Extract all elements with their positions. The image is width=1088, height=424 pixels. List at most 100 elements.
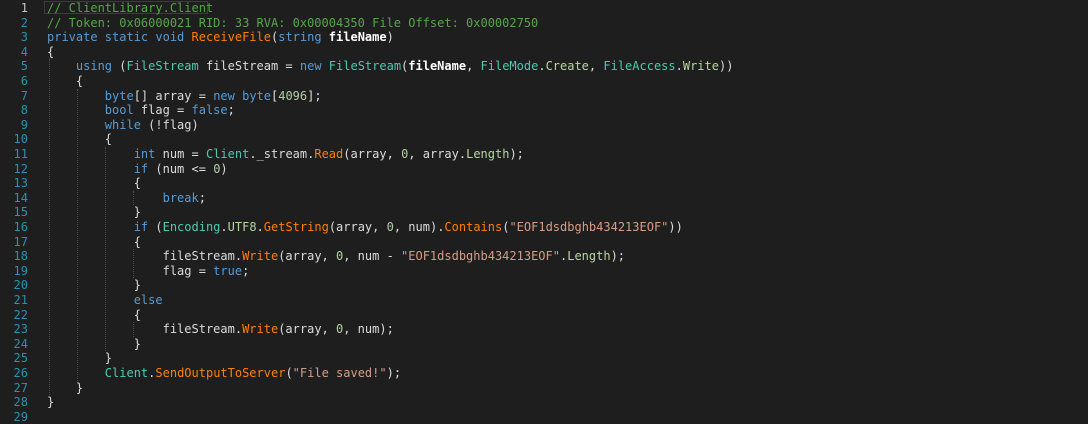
code-editor[interactable]: 1 // ClientLibrary.Client 2 // Token: 0x060… bbox=[0, 0, 1088, 424]
code-token: "EOF1dsdbghb434213EOF" bbox=[401, 249, 560, 264]
line-number: 16 bbox=[13, 220, 28, 234]
code-line[interactable]: 26 Client.SendOutputToServer("File saved… bbox=[0, 366, 1088, 381]
code-text: flag = true; bbox=[47, 263, 250, 279]
code-token: int bbox=[133, 147, 156, 161]
code-token: ) bbox=[386, 30, 394, 45]
code-line[interactable]: 16 if (Encoding.UTF8.GetString(array, 0,… bbox=[0, 220, 1088, 235]
code-token: } bbox=[47, 395, 55, 410]
code-token: byte bbox=[242, 88, 271, 103]
code-token: FileStream bbox=[126, 59, 199, 74]
code-token: FileAccess bbox=[603, 59, 676, 74]
code-token: Write bbox=[242, 322, 279, 337]
code-token: if bbox=[133, 220, 149, 234]
code-line[interactable]: 12 if (num <= 0) bbox=[0, 162, 1088, 177]
code-line[interactable]: 13 { bbox=[0, 176, 1088, 191]
code-token: [] array = bbox=[133, 88, 214, 103]
code-line[interactable]: 10 { bbox=[0, 132, 1088, 147]
code-token: false bbox=[191, 103, 228, 118]
code-token: (array, bbox=[278, 322, 336, 337]
code-token: fileName bbox=[328, 30, 387, 45]
code-token: ( bbox=[285, 366, 293, 380]
line-number: 23 bbox=[13, 322, 28, 337]
code-token: ); bbox=[610, 249, 626, 264]
line-number: 3 bbox=[20, 30, 28, 45]
code-line[interactable]: 22 { bbox=[0, 308, 1088, 323]
code-token: { bbox=[47, 44, 55, 59]
line-number: 10 bbox=[13, 132, 28, 147]
code-token: break bbox=[162, 190, 199, 205]
code-token: using bbox=[75, 59, 113, 74]
code-text: private static void ReceiveFile(string f… bbox=[47, 30, 394, 45]
code-token: while bbox=[104, 117, 141, 132]
code-line[interactable]: 24 } bbox=[0, 337, 1088, 352]
code-text: } bbox=[47, 351, 112, 366]
line-number: 17 bbox=[13, 234, 28, 249]
code-token: } bbox=[47, 351, 113, 366]
code-text: } bbox=[47, 381, 83, 396]
code-line[interactable]: 5 using (FileStream fileStream = new Fil… bbox=[0, 59, 1088, 74]
code-line[interactable]: 11 int num = Client._stream.Read(array, … bbox=[0, 147, 1088, 162]
code-text: } bbox=[47, 205, 141, 220]
code-token: // Token: 0x06000021 RID: 33 RVA: 0x0000… bbox=[47, 15, 539, 30]
code-token: fileStream. bbox=[47, 249, 243, 264]
code-token: ) bbox=[220, 161, 228, 176]
code-line[interactable]: 27 } bbox=[0, 381, 1088, 396]
code-text: } bbox=[47, 395, 54, 410]
code-token: , num); bbox=[343, 322, 394, 337]
code-token: } bbox=[47, 380, 84, 395]
code-line[interactable]: 18 fileStream.Write(array, 0, num - "EOF… bbox=[0, 249, 1088, 264]
code-text: // ClientLibrary.Client bbox=[47, 1, 213, 16]
code-token: . bbox=[220, 220, 228, 234]
code-line[interactable]: 3 private static void ReceiveFile(string … bbox=[0, 30, 1088, 45]
code-line[interactable]: 19 flag = true; bbox=[0, 264, 1088, 279]
code-line[interactable]: 1 // ClientLibrary.Client bbox=[0, 1, 1088, 16]
line-number: 27 bbox=[13, 380, 28, 395]
line-number: 14 bbox=[13, 190, 28, 205]
code-token: GetString bbox=[263, 220, 329, 234]
code-line[interactable]: 6 { bbox=[0, 74, 1088, 89]
code-token: } bbox=[47, 278, 141, 293]
code-token: { bbox=[47, 234, 141, 249]
code-line[interactable]: 9 while (!flag) bbox=[0, 118, 1088, 133]
code-token: { bbox=[47, 307, 141, 322]
code-token: (num <= bbox=[148, 161, 214, 176]
line-number: 24 bbox=[13, 336, 28, 351]
line-number: 6 bbox=[20, 74, 28, 88]
code-line[interactable]: 21 else bbox=[0, 293, 1088, 308]
line-number: 29 bbox=[13, 409, 28, 424]
code-token: (!flag) bbox=[140, 117, 199, 132]
code-token: ); bbox=[386, 366, 402, 380]
line-number: 13 bbox=[13, 176, 28, 191]
code-line[interactable]: 2 // Token: 0x06000021 RID: 33 RVA: 0x000… bbox=[0, 16, 1088, 31]
code-token: SendOutputToServer bbox=[155, 366, 286, 380]
code-token: else bbox=[133, 293, 163, 307]
line-number: 5 bbox=[20, 59, 28, 74]
line-number: 7 bbox=[20, 88, 28, 103]
code-line[interactable]: 15 } bbox=[0, 205, 1088, 220]
code-token: { bbox=[47, 176, 141, 191]
code-line[interactable]: 29 bbox=[0, 410, 1088, 424]
code-line[interactable]: 20 } bbox=[0, 278, 1088, 293]
code-text: break; bbox=[47, 191, 206, 206]
code-token: "File saved!" bbox=[292, 366, 387, 380]
code-line[interactable]: 7 byte[] array = new byte[4096]; bbox=[0, 89, 1088, 104]
code-line[interactable]: 25 } bbox=[0, 351, 1088, 366]
code-token: . bbox=[675, 59, 683, 74]
code-line[interactable]: 4{ bbox=[0, 45, 1088, 60]
code-line[interactable]: 28} bbox=[0, 395, 1088, 410]
code-token: FileMode bbox=[480, 59, 539, 74]
code-text: { bbox=[47, 45, 54, 60]
code-token: new bbox=[299, 59, 329, 74]
code-line[interactable]: 23 fileStream.Write(array, 0, num); bbox=[0, 322, 1088, 337]
code-token: UTF8 bbox=[227, 220, 257, 234]
code-line[interactable]: 8 bool flag = false; bbox=[0, 103, 1088, 118]
code-token: , num). bbox=[393, 220, 445, 234]
line-number: 28 bbox=[13, 395, 28, 410]
code-text: while (!flag) bbox=[47, 118, 199, 133]
code-text: using (FileStream fileStream = new FileS… bbox=[47, 59, 734, 74]
code-line[interactable]: 17 { bbox=[0, 235, 1088, 250]
code-line[interactable]: 14 break; bbox=[0, 191, 1088, 206]
code-token: flag = bbox=[47, 263, 214, 278]
